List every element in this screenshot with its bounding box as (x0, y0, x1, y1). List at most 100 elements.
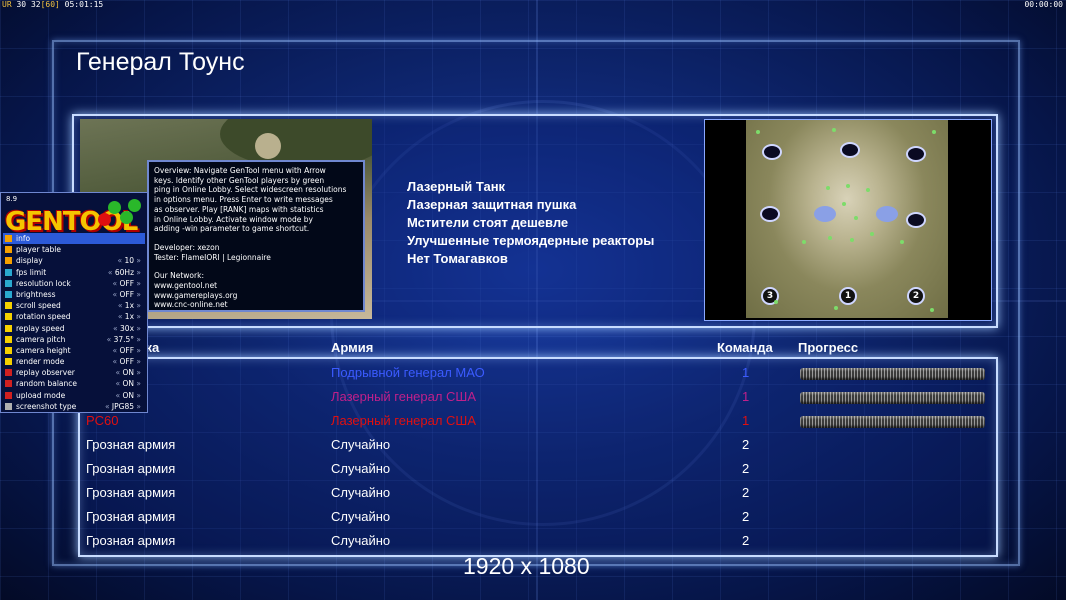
menu-item-label: camera height (16, 345, 71, 355)
start-position-marker[interactable]: 1 (839, 287, 857, 305)
gentool-tooltip: Overview: Navigate GenTool menu with Arr… (147, 160, 365, 312)
player-name[interactable]: Грозная армия (86, 509, 175, 524)
gentool-menu-item[interactable]: brightness « OFF » (3, 289, 145, 300)
menu-item-value[interactable]: « OFF » (113, 345, 142, 356)
menu-item-value[interactable]: « 37.5° » (107, 334, 141, 345)
player-team[interactable]: 2 (742, 461, 749, 476)
gentool-menu-item[interactable]: scroll speed « 1x » (3, 300, 145, 311)
player-army[interactable]: Случайно (331, 461, 390, 476)
player-name[interactable]: Грозная армия (86, 533, 175, 548)
menu-item-icon (5, 313, 12, 321)
map-base (906, 212, 926, 228)
table-row[interactable]: Грозная армия Случайно 2 (0, 437, 1066, 461)
tooltip-link[interactable]: www.gentool.net (154, 281, 358, 291)
player-army[interactable]: Лазерный генерал США (331, 413, 476, 428)
gentool-menu-item[interactable]: rotation speed « 1x » (3, 311, 145, 322)
table-row[interactable]: PC60 Лазерный генерал США 1 (0, 413, 1066, 437)
player-team[interactable]: 2 (742, 437, 749, 452)
clock: 00:00:00 (1024, 0, 1063, 9)
player-team[interactable]: 1 (742, 365, 749, 380)
gentool-menu-item[interactable]: screenshot type « JPG85 » (3, 401, 145, 412)
table-row[interactable]: Подрывной генерал МАО 1 (0, 365, 1066, 389)
map-lake (814, 206, 836, 222)
menu-item-icon (5, 402, 12, 410)
menu-item-value[interactable]: « 30x » (113, 323, 141, 334)
menu-item-value[interactable]: « 1x » (118, 300, 141, 311)
gentool-menu-item[interactable]: camera pitch « 37.5° » (3, 334, 145, 345)
column-header-army: Армия (331, 340, 374, 355)
menu-item-label: render mode (16, 357, 65, 367)
table-row[interactable]: Грозная армия Случайно 2 (0, 509, 1066, 533)
table-row[interactable]: Грозная армия Случайно 2 (0, 485, 1066, 509)
menu-item-label: info (16, 234, 31, 243)
player-army[interactable]: Случайно (331, 533, 390, 548)
tooltip-link[interactable]: www.gamereplays.org (154, 291, 358, 301)
menu-item-value[interactable]: « 1x » (118, 311, 141, 322)
player-army[interactable]: Подрывной генерал МАО (331, 365, 485, 380)
tooltip-developer: Developer: xezon (154, 242, 220, 252)
status-bar: UR 30 32[60] 05:01:15 00:00:00 (0, 0, 1066, 10)
gentool-menu-item[interactable]: display « 10 » (3, 255, 145, 266)
player-name[interactable]: Грозная армия (86, 485, 175, 500)
player-team[interactable]: 2 (742, 533, 749, 548)
menu-item-icon (5, 290, 12, 298)
map-resource (870, 232, 874, 236)
gentool-menu-item[interactable]: replay speed « 30x » (3, 323, 145, 334)
menu-item-value[interactable]: « ON » (116, 390, 141, 401)
player-army[interactable]: Случайно (331, 437, 390, 452)
player-team[interactable]: 2 (742, 485, 749, 500)
player-name[interactable]: PC60 (86, 413, 119, 428)
gentool-menu-item[interactable]: fps limit « 60Hz » (3, 267, 145, 278)
start-position-marker[interactable]: 2 (907, 287, 925, 305)
map-base (906, 146, 926, 162)
gentool-menu-item[interactable]: resolution lock « OFF » (3, 278, 145, 289)
player-army[interactable]: Случайно (331, 509, 390, 524)
menu-item-value[interactable]: « 60Hz » (108, 267, 141, 278)
progress-bar (800, 368, 985, 380)
table-row[interactable]: Грозная армия Случайно 2 (0, 461, 1066, 485)
tooltip-line: adding -win parameter to game shortcut. (154, 224, 310, 234)
gentool-menu-item[interactable]: replay observer « ON » (3, 367, 145, 378)
map-base (760, 206, 780, 222)
menu-item-value[interactable]: « OFF » (113, 289, 142, 300)
map-resource (842, 202, 846, 206)
menu-item-label: screenshot type (16, 401, 77, 411)
menu-item-value[interactable]: « 10 » (117, 255, 141, 266)
menu-item-value[interactable]: « ON » (116, 367, 141, 378)
rule-item: Лазерный Танк (407, 179, 506, 194)
menu-item-label: scroll speed (16, 301, 61, 311)
player-name[interactable]: Грозная армия (86, 461, 175, 476)
map-preview[interactable]: 3 1 2 (746, 120, 948, 318)
player-name[interactable]: Грозная армия (86, 437, 175, 452)
player-army[interactable]: Случайно (331, 485, 390, 500)
map-resource (802, 240, 806, 244)
gentool-logo-balls (96, 197, 142, 229)
tooltip-link[interactable]: www.cnc-online.net (154, 300, 358, 310)
map-resource (900, 240, 904, 244)
menu-item-value[interactable]: « JPG85 » (105, 401, 141, 412)
gentool-menu-item[interactable]: render mode « OFF » (3, 356, 145, 367)
menu-item-value[interactable]: « OFF » (113, 278, 142, 289)
rule-item: Улучшенные термоядерные реакторы (407, 233, 655, 248)
tooltip-line: Overview: Navigate GenTool menu with Arr… (154, 166, 326, 175)
player-army[interactable]: Лазерный генерал США (331, 389, 476, 404)
gentool-menu-item[interactable]: upload mode « ON » (3, 390, 145, 401)
map-resource (932, 130, 936, 134)
map-resource (826, 186, 830, 190)
gentool-menu-item[interactable]: camera height « OFF » (3, 345, 145, 356)
menu-item-value[interactable]: « OFF » (113, 356, 142, 367)
table-row[interactable]: Лазерный генерал США 1 (0, 389, 1066, 413)
menu-item-label: resolution lock (16, 278, 71, 288)
player-team[interactable]: 1 (742, 389, 749, 404)
player-team[interactable]: 1 (742, 413, 749, 428)
resolution-label: 1920 x 1080 (463, 553, 590, 579)
menu-item-label: rotation speed (16, 312, 71, 322)
gentool-menu-item[interactable]: info (3, 233, 145, 245)
player-team[interactable]: 2 (742, 509, 749, 524)
menu-item-icon (5, 257, 12, 265)
gentool-menu-item[interactable]: random balance « ON » (3, 378, 145, 389)
gentool-menu-item[interactable]: player table (3, 244, 145, 255)
menu-item-value[interactable]: « ON » (116, 378, 141, 389)
menu-item-label: player table (16, 245, 61, 255)
progress-bar (800, 392, 985, 404)
